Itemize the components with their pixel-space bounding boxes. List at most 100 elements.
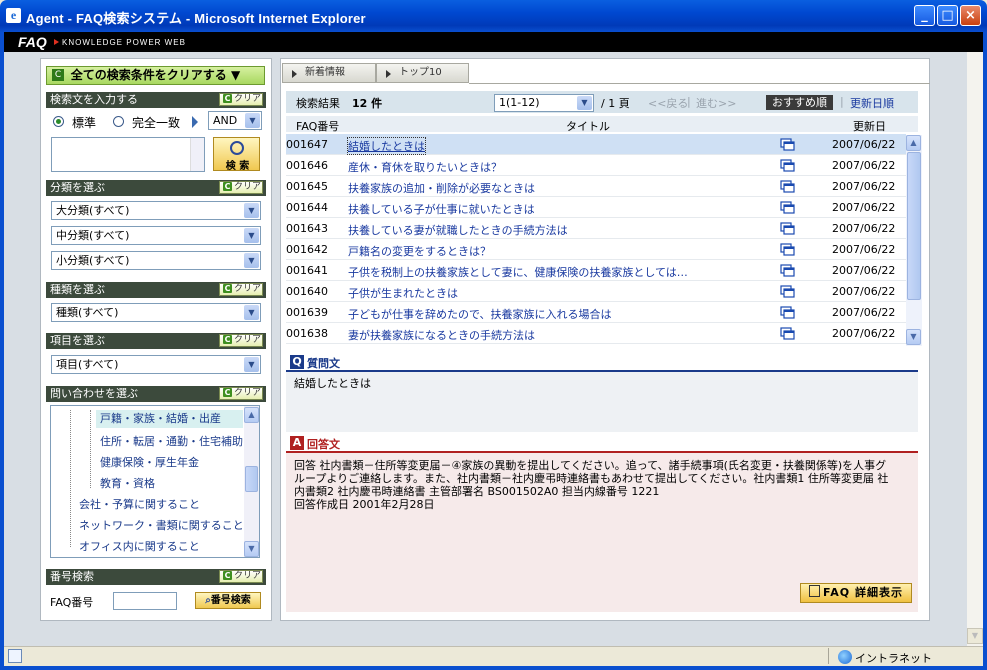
- open-window-icon[interactable]: [780, 222, 795, 235]
- open-window-icon[interactable]: [780, 159, 795, 172]
- open-window-icon[interactable]: [780, 138, 795, 151]
- scroll-up-icon[interactable]: ▲: [244, 407, 259, 423]
- scroll-down-icon[interactable]: ▼: [906, 329, 921, 345]
- mode-exact-radio[interactable]: [113, 116, 124, 127]
- chevron-down-icon: ▼: [244, 253, 259, 268]
- item-clear-button[interactable]: C クリア: [219, 334, 263, 347]
- faq-title-link[interactable]: 扶養している子が仕事に就いたときは: [348, 201, 535, 217]
- faq-title-link[interactable]: 結婚したときは: [347, 137, 426, 155]
- result-row[interactable]: 001646 産休・育休を取りたいときは？ 2007/06/22: [286, 155, 906, 176]
- item-select[interactable]: 項目(すべて) ▼: [51, 355, 261, 374]
- kind-clear-button[interactable]: C クリア: [219, 283, 263, 296]
- kind-select[interactable]: 種類(すべて) ▼: [51, 303, 261, 322]
- operator-value: AND: [213, 114, 238, 127]
- faq-title-link[interactable]: 子どもが仕事を辞めたので、扶養家族に入れる場合は: [348, 306, 612, 322]
- intranet-globe-icon: [838, 650, 852, 664]
- faq-title-link[interactable]: 妻が扶養家族になるときの手続方法は: [348, 327, 535, 343]
- faq-title-link[interactable]: 戸籍名の変更をするときは？: [348, 243, 491, 259]
- minimize-button[interactable]: _: [914, 5, 935, 26]
- result-row[interactable]: 001639 子どもが仕事を辞めたので、扶養家族に入れる場合は 2007/06/22: [286, 302, 906, 323]
- clear-all-button[interactable]: 全ての検索条件をクリアする ▼: [46, 66, 265, 85]
- tree-item-office[interactable]: オフィス内に関すること: [79, 538, 200, 554]
- clear-c-icon: C: [223, 388, 232, 397]
- faq-title-link[interactable]: 扶養家族の追加・削除が必要なときは: [348, 180, 535, 196]
- tree-item-network[interactable]: ネットワーク・書類に関すること: [79, 517, 244, 533]
- open-window-icon[interactable]: [780, 201, 795, 214]
- answer-a-icon: A: [290, 436, 304, 450]
- small-category-select[interactable]: 小分類(すべて) ▼: [51, 251, 261, 270]
- tree-item-family[interactable]: 戸籍・家族・結婚・出産: [96, 410, 243, 428]
- result-row[interactable]: 001644 扶養している子が仕事に就いたときは 2007/06/22: [286, 197, 906, 218]
- results-count: 12 件: [352, 97, 383, 110]
- tree-item-education[interactable]: 教育・資格: [100, 475, 155, 491]
- number-search-button[interactable]: ⌕番号検索: [195, 592, 261, 609]
- result-row[interactable]: 001641 子供を税制上の扶養家族として妻に、健康保険の扶養家族としては… 200…: [286, 260, 906, 281]
- result-row[interactable]: 001643 扶養している妻が就職したときの手続方法は 2007/06/22: [286, 218, 906, 239]
- open-window-icon[interactable]: [780, 243, 795, 256]
- clear-label: クリア: [234, 182, 262, 192]
- prev-link[interactable]: <<戻る: [648, 95, 688, 111]
- faq-title-link[interactable]: 子供が生まれたときは: [348, 285, 458, 301]
- result-row[interactable]: 001638 妻が扶養家族になるときの手続方法は 2007/06/22: [286, 323, 906, 344]
- clear-c-icon: C: [223, 571, 232, 580]
- sort-recommend-button[interactable]: おすすめ順: [766, 95, 833, 110]
- inquiry-clear-button[interactable]: C クリア: [219, 387, 263, 400]
- browser-scrollbar[interactable]: [967, 52, 983, 646]
- maximize-button[interactable]: □: [937, 5, 958, 26]
- search-button[interactable]: 検 索: [213, 137, 260, 172]
- medium-category-value: 中分類(すべて): [56, 229, 130, 242]
- faq-number: 001646: [286, 159, 328, 172]
- clear-c-icon: C: [52, 69, 64, 81]
- search-textarea[interactable]: [51, 137, 205, 172]
- status-separator: [828, 648, 829, 664]
- tree-item-company[interactable]: 会社・予算に関すること: [79, 496, 200, 512]
- open-window-icon[interactable]: [780, 285, 795, 298]
- scroll-thumb[interactable]: [245, 466, 258, 492]
- result-row[interactable]: 001645 扶養家族の追加・削除が必要なときは 2007/06/22: [286, 176, 906, 197]
- scroll-down-icon[interactable]: ▼: [244, 541, 259, 557]
- tree-item-insurance[interactable]: 健康保険・厚生年金: [100, 454, 199, 470]
- result-row[interactable]: 001640 子供が生まれたときは 2007/06/22: [286, 281, 906, 302]
- faq-title-link[interactable]: 扶養している妻が就職したときの手続方法は: [348, 222, 568, 238]
- ie-app-icon[interactable]: e: [6, 8, 21, 23]
- open-window-icon[interactable]: [780, 327, 795, 340]
- scroll-thumb[interactable]: [907, 152, 921, 300]
- search-button-label: 検 索: [225, 161, 250, 172]
- tab-top10[interactable]: トップ10: [376, 63, 469, 83]
- next-link[interactable]: 進む>>: [696, 95, 736, 111]
- answer-header: [286, 435, 918, 451]
- tab-new-info[interactable]: 新着情報: [282, 63, 376, 83]
- result-row[interactable]: 001647 結婚したときは 2007/06/22: [286, 134, 906, 155]
- question-heading: 質問文: [307, 357, 340, 370]
- scroll-up-icon[interactable]: ▲: [906, 135, 921, 151]
- scroll-down-arrow-icon[interactable]: ▼: [967, 628, 983, 644]
- faq-detail-button[interactable]: FAQ 詳細表示: [800, 583, 912, 603]
- mode-standard-radio[interactable]: [53, 116, 64, 127]
- number-clear-button[interactable]: C クリア: [219, 570, 263, 583]
- window-frame-right: [983, 32, 987, 670]
- faq-date: 2007/06/22: [832, 264, 896, 277]
- clear-label: クリア: [234, 335, 262, 345]
- clear-c-icon: C: [223, 94, 232, 103]
- result-row[interactable]: 001642 戸籍名の変更をするときは？ 2007/06/22: [286, 239, 906, 260]
- faq-number-input[interactable]: [113, 592, 177, 610]
- number-heading-label: 番号検索: [50, 570, 94, 583]
- open-window-icon[interactable]: [780, 306, 795, 319]
- faq-date: 2007/06/22: [832, 222, 896, 235]
- keyword-clear-button[interactable]: C クリア: [219, 93, 263, 106]
- operator-select[interactable]: AND ▼: [208, 111, 262, 130]
- tree-item-address[interactable]: 住所・転居・通勤・住宅補助: [100, 433, 243, 449]
- open-window-icon[interactable]: [780, 180, 795, 193]
- question-box: [286, 370, 918, 432]
- faq-date: 2007/06/22: [832, 306, 896, 319]
- open-window-icon[interactable]: [780, 264, 795, 277]
- search-textarea-scrollbar[interactable]: [190, 138, 204, 171]
- close-button[interactable]: ×: [960, 5, 981, 26]
- faq-title-link[interactable]: 産休・育休を取りたいときは？: [348, 159, 502, 175]
- page-select[interactable]: 1(1-12) ▼: [494, 94, 594, 112]
- faq-title-link[interactable]: 子供を税制上の扶養家族として妻に、健康保険の扶養家族としては…: [348, 264, 688, 280]
- medium-category-select[interactable]: 中分類(すべて) ▼: [51, 226, 261, 245]
- large-category-select[interactable]: 大分類(すべて) ▼: [51, 201, 261, 220]
- sort-date-link[interactable]: 更新日順: [850, 95, 894, 111]
- category-clear-button[interactable]: C クリア: [219, 181, 263, 194]
